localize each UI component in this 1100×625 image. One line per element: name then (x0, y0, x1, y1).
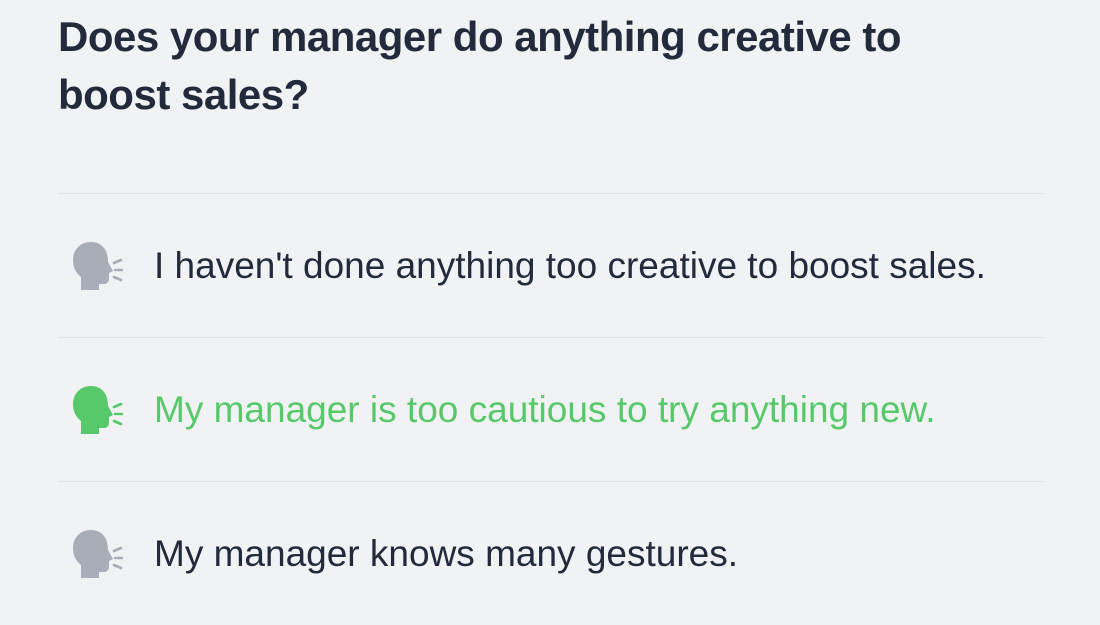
question-title: Does your manager do anything creative t… (58, 13, 902, 118)
speaking-head-icon (66, 528, 128, 580)
speaking-head-icon (66, 240, 128, 292)
answer-options: I haven't done anything too creative to … (58, 193, 1044, 625)
answer-option-text: I haven't done anything too creative to … (154, 244, 986, 286)
answer-option-2[interactable]: My manager is too cautious to try anythi… (58, 338, 1044, 481)
answer-option-1[interactable]: I haven't done anything too creative to … (58, 194, 1044, 337)
speaking-head-icon (66, 384, 128, 436)
answer-option-text: My manager is too cautious to try anythi… (154, 388, 936, 430)
answer-option-text: My manager knows many gestures. (154, 532, 739, 574)
answer-option-3[interactable]: My manager knows many gestures. (58, 482, 1044, 625)
